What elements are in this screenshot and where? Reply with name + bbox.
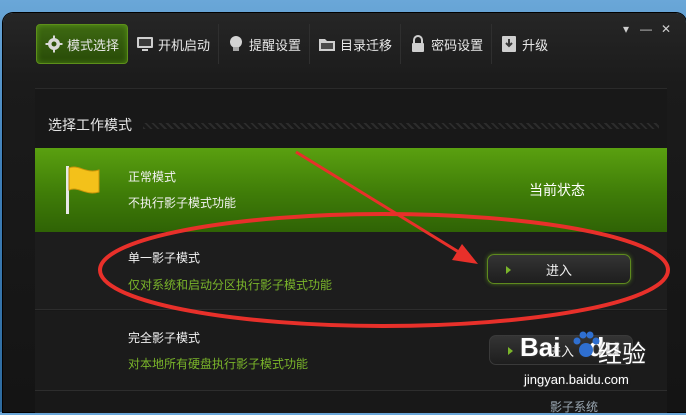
tab-label: 升级 xyxy=(522,37,549,53)
window-controls: ▾ — ✕ xyxy=(620,23,672,35)
tab-bar: 模式选择 开机启动 提醒设置 目录迁移 密码设置 升级 xyxy=(36,22,556,66)
watermark-sub: 影子系统 xyxy=(550,400,599,414)
tab-label: 目录迁移 xyxy=(340,37,393,53)
monitor-icon xyxy=(136,35,154,53)
mode-row-single-shadow: 单一影子模式 仅对系统和启动分区执行影子模式功能 进入 xyxy=(35,232,667,310)
status-label: 当前状态 xyxy=(529,182,585,198)
mode-desc: 对本地所有硬盘执行影子模式功能 xyxy=(128,357,309,371)
play-icon xyxy=(508,347,513,355)
tab-label: 提醒设置 xyxy=(249,37,302,53)
tab-dir-migrate[interactable]: 目录迁移 xyxy=(310,24,402,64)
mode-desc: 不执行影子模式功能 xyxy=(128,196,237,210)
tab-reminder[interactable]: 提醒设置 xyxy=(219,24,311,64)
minimize-button[interactable]: — xyxy=(640,23,652,35)
mode-desc: 仅对系统和启动分区执行影子模式功能 xyxy=(128,278,333,292)
gear-icon xyxy=(45,35,63,53)
mode-row-normal[interactable]: 正常模式 不执行影子模式功能 当前状态 xyxy=(35,148,667,232)
baidu-watermark: Bai du 经验 jingyan.baidu.com 影子系统 xyxy=(520,328,670,414)
title-divider xyxy=(143,123,659,129)
tab-startup[interactable]: 开机启动 xyxy=(128,24,220,64)
play-icon xyxy=(506,266,511,274)
close-button[interactable]: ✕ xyxy=(660,23,672,35)
enter-button-single[interactable]: 进入 xyxy=(487,254,631,284)
bulb-icon xyxy=(227,35,245,53)
folder-icon xyxy=(318,35,336,53)
tab-upgrade[interactable]: 升级 xyxy=(492,24,556,64)
pin-icon[interactable]: ▾ xyxy=(620,23,632,35)
mode-title: 完全影子模式 xyxy=(128,331,201,345)
download-icon xyxy=(500,35,518,53)
flag-icon xyxy=(63,164,103,221)
tab-label: 模式选择 xyxy=(67,37,120,53)
mode-title: 单一影子模式 xyxy=(128,251,201,265)
tab-label: 密码设置 xyxy=(431,37,484,53)
panel-title: 选择工作模式 xyxy=(48,117,132,133)
tab-mode-select[interactable]: 模式选择 xyxy=(36,24,129,64)
button-label: 进入 xyxy=(545,262,572,278)
watermark-url: jingyan.baidu.com xyxy=(524,372,629,387)
mode-title: 正常模式 xyxy=(128,170,177,184)
tab-password[interactable]: 密码设置 xyxy=(401,24,493,64)
paw-icon xyxy=(572,330,600,365)
lock-icon xyxy=(409,35,427,53)
tab-label: 开机启动 xyxy=(158,37,211,53)
watermark-cn: 经验 xyxy=(598,341,646,368)
